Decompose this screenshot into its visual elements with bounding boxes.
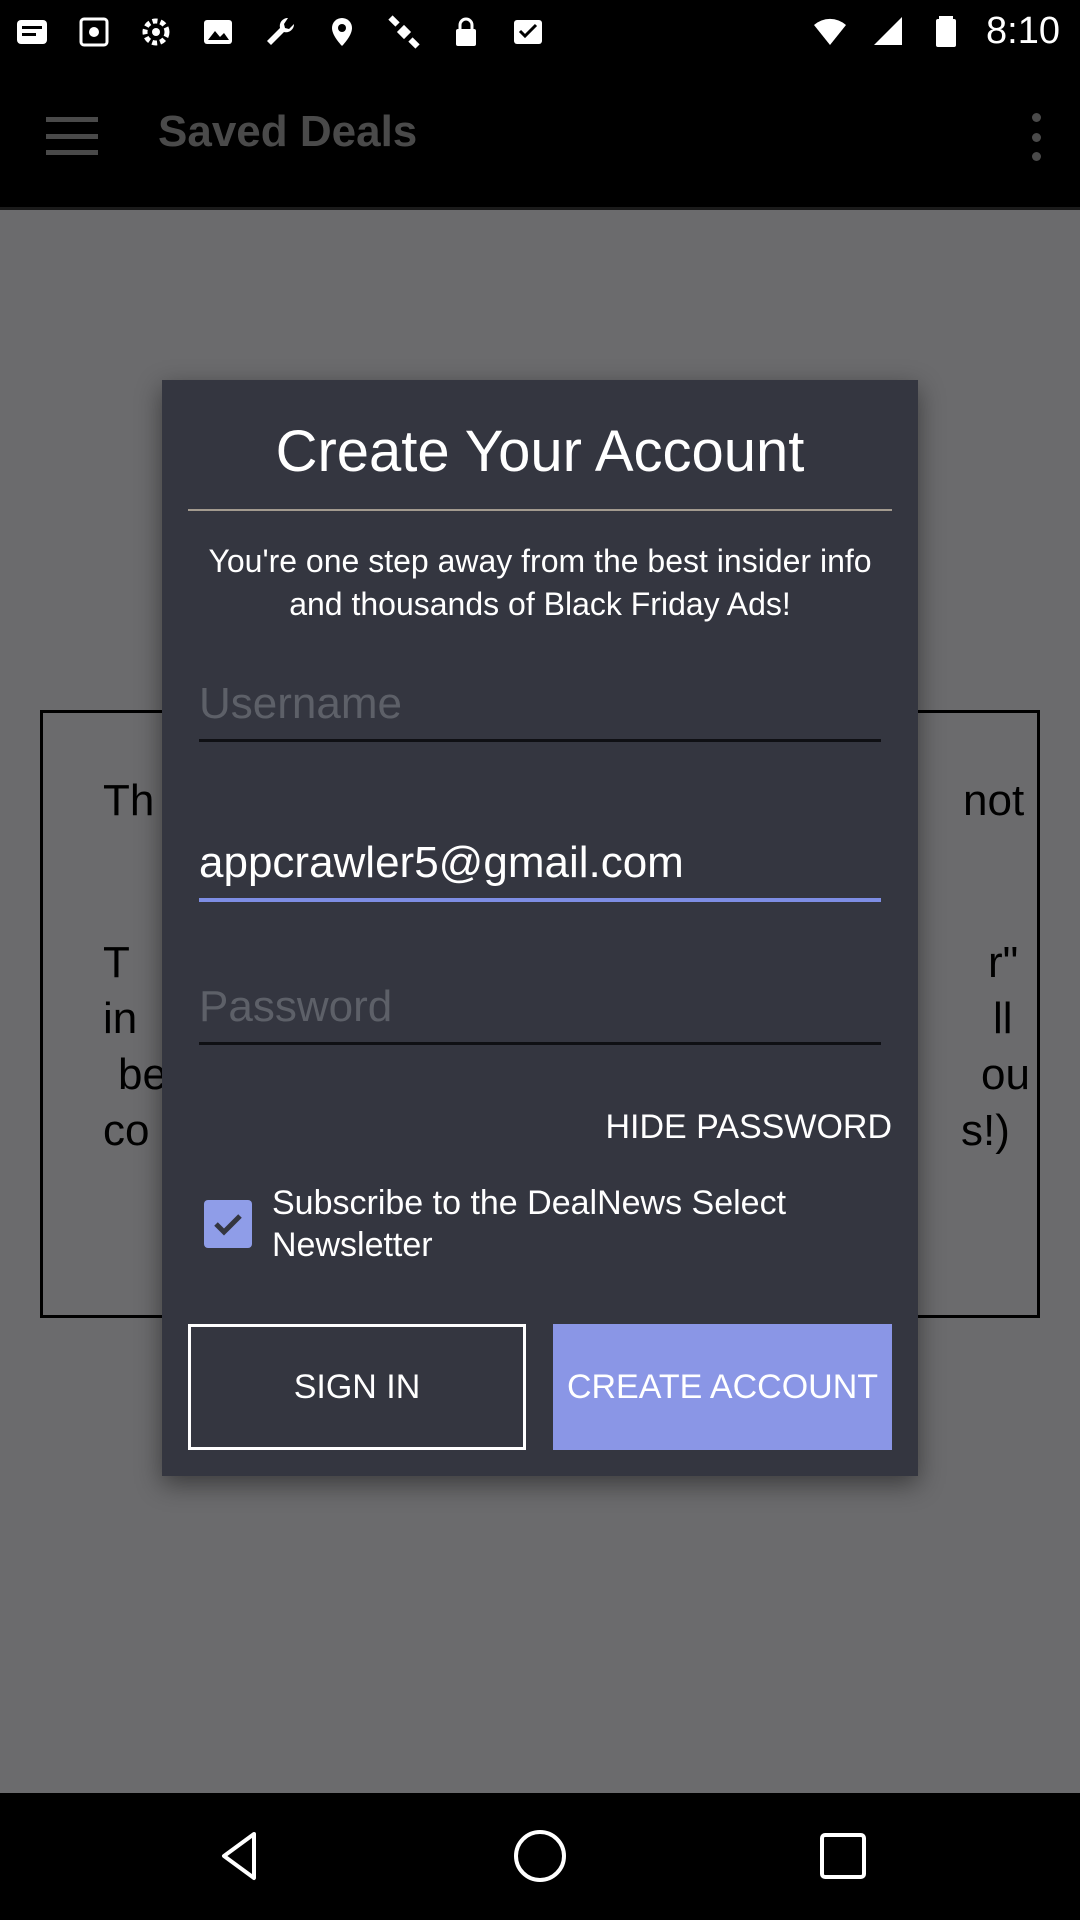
background-text: not [963,776,1025,825]
status-bar-system: 8:10 [812,8,1060,54]
dialog-divider [188,509,892,511]
dialog-subtitle: You're one step away from the best insid… [208,543,872,622]
recents-icon[interactable] [810,1823,876,1889]
background-text: ll [993,994,1013,1043]
username-field[interactable]: Username [199,670,881,742]
lock-icon [448,14,484,50]
background-text: in [103,994,138,1043]
wifi-icon [812,13,848,49]
photo-icon [200,14,236,50]
background-text: r" [988,938,1019,987]
clock: 8:10 [986,9,1060,52]
page-title: Saved Deals [158,107,418,156]
status-bar: 8:10 [0,0,1080,63]
newsletter-checkbox[interactable] [204,1200,252,1248]
background-text: co [103,1106,150,1155]
battery-icon [928,13,964,49]
menu-icon[interactable] [40,111,104,161]
screenshot-icon [76,14,112,50]
password-field[interactable]: Password [199,973,881,1045]
dialog-title: Create Your Account [275,419,805,484]
newsletter-label: Subscribe to the DealNews Select Newslet… [272,1184,787,1264]
signal-icon [870,13,906,49]
hide-password-button[interactable]: HIDE PASSWORD [605,1108,892,1147]
email-value: appcrawler5@gmail.com [199,838,684,887]
wrench-icon [262,14,298,50]
overflow-menu-icon[interactable] [1016,107,1056,167]
app-bar: Saved Deals [0,63,1080,210]
back-icon[interactable] [207,1823,273,1889]
create-account-dialog: Create Your Account You're one step away… [162,380,918,1476]
checkmark-icon [214,1214,242,1236]
notification-icon [14,14,50,50]
status-bar-notifications [14,10,546,54]
newsletter-row[interactable]: Subscribe to the DealNews Select Newslet… [204,1182,894,1272]
background-text: Th [103,776,155,825]
sign-in-button[interactable]: SIGN IN [188,1324,526,1450]
email-field[interactable]: appcrawler5@gmail.com [199,830,881,902]
create-account-button[interactable]: CREATE ACCOUNT [553,1324,892,1450]
background-text: T [103,938,130,987]
fake-gps-icon [324,14,360,50]
username-placeholder: Username [199,679,402,728]
background-text: ou [981,1050,1030,1099]
settings-icon [138,14,174,50]
background-text: s!) [961,1106,1010,1155]
navigation-bar [0,1793,1080,1920]
home-icon[interactable] [507,1823,573,1889]
inbox-check-icon [510,14,546,50]
background-text: be [118,1050,167,1099]
satellite-icon [386,14,422,50]
password-placeholder: Password [199,982,393,1031]
